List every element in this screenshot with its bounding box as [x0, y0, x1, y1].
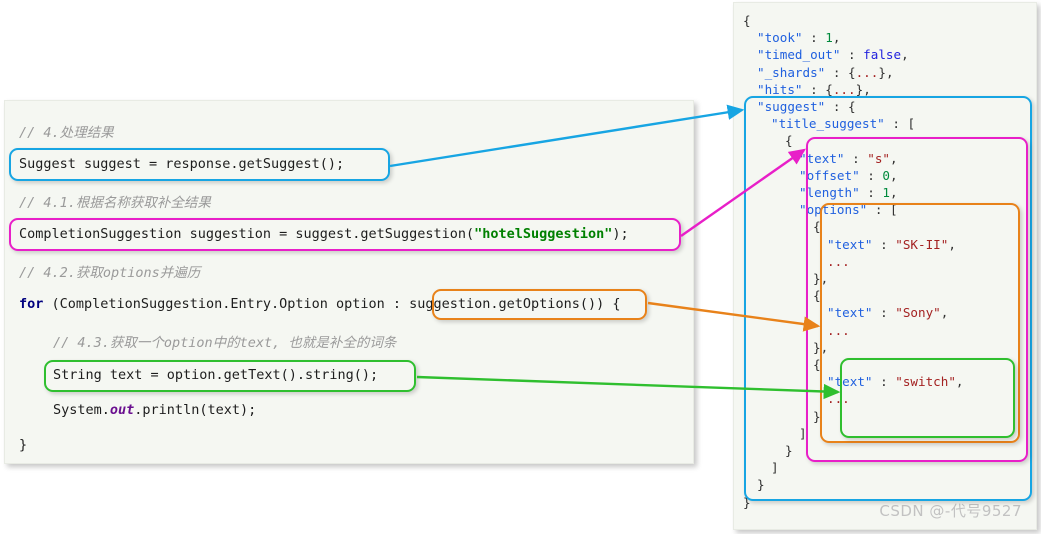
- json-brace-open: {: [825, 81, 833, 97]
- json-line: "hits" : {...},: [757, 82, 871, 97]
- json-separator: :: [840, 47, 864, 63]
- json-line: "timed_out" : false,: [757, 47, 909, 62]
- json-number: 1: [825, 30, 833, 46]
- code-comment-4-3: // 4.3.获取一个option中的text, 也就是补全的词条: [53, 335, 397, 351]
- json-key: "hits": [757, 81, 803, 97]
- code-println-tail: .println(text);: [134, 402, 257, 418]
- code-comment-4: // 4.处理结果: [19, 125, 114, 141]
- json-line: "_shards" : {...},: [757, 65, 894, 80]
- json-ellipsis: ...: [855, 64, 879, 80]
- code-comment-4-1: // 4.1.根据名称获取补全结果: [19, 195, 211, 211]
- json-line: {: [743, 13, 751, 28]
- code-comment-4-2: // 4.2.获取options并遍历: [19, 265, 201, 281]
- json-key: "took": [757, 30, 803, 46]
- highlight-get-options: [432, 289, 647, 320]
- json-key: "timed_out": [757, 47, 841, 63]
- json-separator: :: [802, 81, 826, 97]
- code-for-params: (CompletionSuggestion.Entry.Option optio…: [43, 296, 410, 312]
- highlight-suggestion-statement: [9, 218, 681, 251]
- code-keyword-for: for: [19, 296, 44, 312]
- json-brace-open: {: [848, 64, 856, 80]
- highlight-json-switch: [840, 358, 1015, 438]
- json-separator: :: [802, 30, 826, 46]
- json-line: "took" : 1,: [757, 30, 840, 45]
- json-boolean: false: [863, 47, 902, 63]
- watermark: CSDN @-代号9527: [879, 502, 1022, 520]
- json-punctuation: ,: [863, 81, 871, 97]
- json-punctuation: ,: [885, 64, 894, 80]
- json-brace-close: }: [878, 64, 886, 80]
- json-key: "_shards": [757, 64, 826, 80]
- highlight-suggest-statement: [9, 148, 390, 181]
- json-punctuation: ,: [901, 47, 909, 63]
- code-system: System.: [53, 402, 110, 418]
- code-line-println: System.out.println(text);: [53, 402, 256, 418]
- json-ellipsis: ...: [832, 81, 856, 97]
- code-closing-brace: }: [19, 437, 28, 453]
- code-field-out: out: [109, 402, 135, 418]
- json-separator: :: [825, 64, 848, 80]
- json-punctuation: {: [743, 13, 751, 28]
- diagram-stage: // 4.处理结果 Suggest suggest = response.get…: [0, 0, 1041, 534]
- highlight-get-text: [44, 360, 416, 392]
- json-punctuation: ,: [832, 30, 841, 46]
